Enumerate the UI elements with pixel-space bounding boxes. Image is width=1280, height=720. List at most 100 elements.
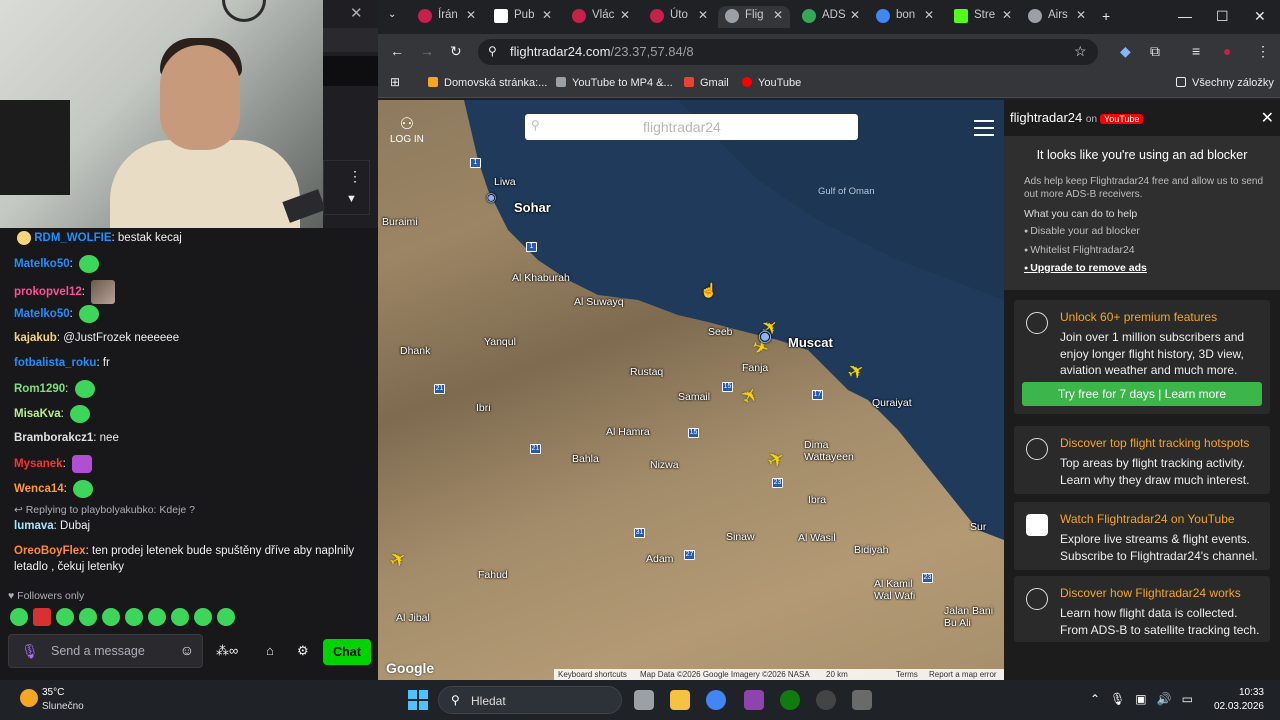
city-label: Al Jibal [396, 612, 430, 624]
airport-pin-icon[interactable]: ◉ [758, 326, 772, 346]
back-icon[interactable]: ← [390, 43, 404, 59]
emoji-icon[interactable]: ☺ [180, 642, 194, 658]
tab[interactable]: Stre ✕ [954, 6, 1014, 28]
user-icon: ⚇ [399, 116, 415, 133]
youtube-card[interactable]: Watch Flightradar24 on YouTube Explore l… [1014, 502, 1270, 570]
upgrade-link[interactable]: Upgrade to remove ads [1024, 262, 1147, 274]
close-window-icon[interactable]: ✕ [1254, 8, 1266, 25]
city-label: Al Hamra [606, 426, 650, 438]
emote-bar[interactable] [10, 608, 235, 626]
mouse-cursor: ☝ [700, 282, 718, 298]
airport-pin-icon[interactable]: ◉ [486, 190, 496, 204]
extensions-icon[interactable]: ⧉ [1150, 43, 1160, 60]
app-icon[interactable] [816, 690, 836, 710]
whitelist-option: Whitelist Flightradar24 [1024, 244, 1134, 256]
toolbar: ← → ↻ ⚲ flightradar24.com/23.37,57.84/8 … [378, 34, 1280, 70]
tab[interactable]: Írán ✕ [418, 6, 478, 28]
tab-active[interactable]: Flig ✕ [718, 6, 790, 28]
reload-icon[interactable]: ↻ [450, 43, 462, 60]
tab[interactable]: Vlác ✕ [572, 6, 632, 28]
file-explorer-icon[interactable] [670, 690, 690, 710]
chat-message: fotbalista_roku: fr [14, 357, 110, 369]
emote-icon [74, 380, 95, 398]
terms-link[interactable]: Terms [896, 670, 918, 679]
bookmark-item[interactable]: Domovská stránka:... [428, 77, 547, 89]
bookmark-item[interactable]: YouTube [742, 77, 801, 89]
bits-icon[interactable]: ⁂∞ [216, 643, 238, 659]
taskbar-search[interactable]: ⚲ Hledat [438, 686, 622, 714]
flight-search-input[interactable]: ⚲ flightradar24 [525, 114, 858, 140]
tab[interactable]: bon ✕ [876, 6, 936, 28]
menu-icon[interactable]: ⋮ [1256, 43, 1270, 60]
address-bar[interactable]: ⚲ flightradar24.com/23.37,57.84/8 ☆ [478, 39, 1098, 65]
clock[interactable]: 10:33 02.03.2026 [1210, 686, 1264, 714]
tab[interactable]: Úto ✕ [650, 6, 710, 28]
tab[interactable]: ADS ✕ [802, 6, 862, 28]
bookmark-item[interactable]: YouTube to MP4 &... [556, 77, 673, 89]
chrome-icon[interactable] [706, 690, 726, 710]
city-label: Yanqul [484, 336, 516, 348]
search-icon: ⚲ [451, 693, 460, 707]
browser-window: ⌄ Írán ✕ Pub ✕ Vlác ✕ Úto ✕ Flig ✕ ADS ✕ bon ✕ … [378, 0, 1280, 680]
hotspots-card[interactable]: Discover top flight tracking hotspots To… [1014, 426, 1270, 494]
new-tab-icon[interactable]: + [1102, 8, 1110, 24]
chat-send-button[interactable]: Chat [323, 639, 371, 665]
extension-icon[interactable]: ◆ [1120, 43, 1131, 60]
city-label: Al Wasil [798, 532, 836, 544]
bookmark-star-icon[interactable]: ☆ [1074, 43, 1087, 60]
premium-card[interactable]: Unlock 60+ premium features Join over 1 … [1014, 300, 1270, 414]
keyboard-shortcuts-link[interactable]: Keyboard shortcuts [558, 670, 627, 679]
app-icon[interactable] [744, 690, 764, 710]
reading-list-icon[interactable]: ≡ [1192, 43, 1200, 59]
emote-icon [79, 305, 99, 323]
sea-label: Gulf of Oman [818, 186, 875, 197]
profile-avatar[interactable]: ● [1223, 43, 1231, 59]
chevron-down-icon[interactable]: ▼ [346, 193, 357, 205]
forward-icon[interactable]: → [420, 43, 434, 59]
tab[interactable]: Pub ✕ [494, 6, 554, 28]
close-icon[interactable]: ✕ [350, 4, 363, 22]
minimize-icon[interactable]: — [1178, 8, 1192, 24]
flight-map[interactable]: Gulf of Oman Liwa Sohar Buraimi Al Khabu… [378, 100, 1004, 680]
task-view-icon[interactable] [634, 690, 654, 710]
city-label: Quraiyat [872, 397, 912, 409]
city-label: Seeb [708, 326, 733, 338]
city-label: Ibri [476, 402, 491, 414]
store-icon[interactable]: ⌂ [266, 643, 274, 658]
city-label: Sur [970, 521, 987, 533]
hotspot-icon [1026, 438, 1048, 460]
close-icon[interactable]: ✕ [1261, 108, 1274, 128]
sun-icon [20, 689, 38, 707]
site-info-icon[interactable]: ⚲ [488, 44, 497, 58]
tab-search-icon[interactable]: ⌄ [388, 9, 396, 20]
city-label: Bahla [572, 453, 599, 465]
more-options-icon[interactable]: ⋮ [348, 168, 362, 185]
system-tray[interactable]: ⌃ 🎙 ▣ 🔊 ▭ [1090, 692, 1193, 706]
settings-icon[interactable] [852, 690, 872, 710]
hamburger-menu-icon[interactable] [974, 120, 994, 141]
chat-message: Mysanek: [14, 455, 364, 473]
start-button[interactable] [408, 690, 428, 710]
fr24-sidebar: flightradar24 on YouTube ✕ It looks like … [1004, 100, 1280, 680]
login-button[interactable]: ⚇ LOG IN [390, 114, 424, 145]
gear-icon[interactable]: ⚙ [297, 643, 309, 659]
city-label: Sinaw [726, 531, 755, 543]
tab[interactable]: Airs ✕ [1028, 6, 1088, 28]
city-label: Bidiyah [854, 544, 889, 556]
apps-icon[interactable]: ⊞ [390, 75, 400, 89]
how-it-works-card[interactable]: Discover how Flightradar24 works Learn h… [1014, 576, 1270, 642]
chat-message: prokopvel12: [14, 280, 364, 304]
emote-icon [91, 280, 116, 304]
mic-icon[interactable]: 🎙 [21, 643, 39, 660]
bookmark-item[interactable]: Gmail [684, 77, 729, 89]
windows-taskbar: 35°C Slunečno ⚲ Hledat ⌃ 🎙 ▣ 🔊 ▭ 10:33 0… [0, 680, 1280, 720]
maximize-icon[interactable]: ☐ [1216, 8, 1229, 25]
report-error-link[interactable]: Report a map error [929, 670, 997, 679]
try-free-button[interactable]: Try free for 7 days | Learn more [1022, 382, 1262, 406]
followers-only-notice: ♥ Followers only [8, 590, 85, 602]
chat-input[interactable]: 🎙 Send a message ☺ [8, 634, 203, 668]
youtube-logo: YouTube [1100, 114, 1144, 124]
xbox-icon[interactable] [780, 690, 800, 710]
map-attribution: Keyboard shortcuts Map Data ©2026 Google… [554, 669, 1004, 680]
all-bookmarks[interactable]: Všechny záložky [1176, 77, 1274, 89]
